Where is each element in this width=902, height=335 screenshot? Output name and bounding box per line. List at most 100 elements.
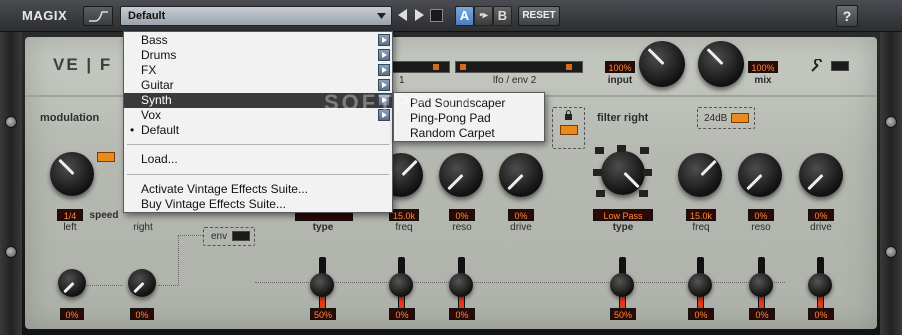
menu-item-label: Load... — [141, 152, 178, 166]
lock-icon — [565, 110, 572, 120]
filter-right-reso-fader[interactable] — [749, 273, 773, 297]
menu-item-buy-suite[interactable]: Buy Vintage Effects Suite... — [124, 197, 392, 212]
screw-icon — [885, 246, 897, 258]
ab-copy-button[interactable]: •▸ — [474, 6, 493, 26]
menu-item-drums[interactable]: Drums — [124, 48, 392, 63]
slope-toggle[interactable] — [731, 113, 749, 123]
modulation-title: modulation — [40, 112, 100, 124]
submenu-arrow-icon — [378, 49, 390, 61]
previous-preset-icon[interactable] — [397, 9, 409, 21]
menu-item-label: Drums — [141, 48, 177, 62]
rack-rail-left — [0, 32, 22, 335]
menu-item-fx[interactable]: FX — [124, 63, 392, 78]
filter-right-type-readout: Low Pass — [593, 209, 653, 221]
save-icon[interactable] — [430, 9, 443, 22]
ab-a-button[interactable]: A — [455, 6, 474, 26]
filter-right-freq-fader[interactable] — [688, 273, 712, 297]
ab-b-button[interactable]: B — [493, 6, 512, 26]
modulation-right-depth-knob[interactable] — [128, 269, 156, 297]
submenu-arrow-icon — [378, 34, 390, 46]
screw-icon — [5, 246, 17, 258]
filter-right-freq-knob[interactable] — [678, 153, 722, 197]
filter-left-freq-fader[interactable] — [389, 273, 413, 297]
help-button[interactable]: ? — [836, 5, 858, 27]
modulation-sync-toggle[interactable] — [97, 152, 115, 162]
menu-item-default[interactable]: • Default — [124, 123, 392, 138]
curve-icon — [89, 11, 108, 22]
menu-item-activate-suite[interactable]: Activate Vintage Effects Suite... — [124, 182, 392, 197]
wrench-icon[interactable] — [810, 59, 824, 73]
reset-button[interactable]: RESET — [518, 6, 560, 26]
menu-item-label: Bass — [141, 33, 168, 47]
curve-button[interactable] — [83, 6, 113, 26]
lfo-1-bar[interactable] — [390, 61, 450, 73]
menu-item-label: Synth — [141, 93, 172, 107]
menu-item-guitar[interactable]: Guitar — [124, 78, 392, 93]
preset-dropdown[interactable]: Default — [120, 6, 392, 26]
mix-knob[interactable] — [698, 41, 744, 87]
modulation-left-knob[interactable] — [50, 152, 94, 196]
filter-right-drive-fader-readout: 0% — [808, 308, 834, 320]
filter-left-reso-fader[interactable] — [449, 273, 473, 297]
speed-label: speed — [89, 210, 119, 221]
plugin-logo: VE | F — [53, 55, 113, 74]
filter-right-reso-readout: 0% — [748, 209, 774, 221]
mix-readout: 100% — [748, 61, 778, 73]
filter-right-freq-readout: 15.0k — [686, 209, 716, 221]
modulation-left-readout: 1/4 — [57, 209, 83, 221]
filter-right-drive-label: drive — [810, 222, 832, 233]
lfo-env-2-bar[interactable] — [455, 61, 583, 73]
filter-right-type-fader[interactable] — [610, 273, 634, 297]
filter-left-drive-knob[interactable] — [499, 153, 543, 197]
modulation-left-depth-knob[interactable] — [58, 269, 86, 297]
filter-right-reso-label: reso — [751, 222, 771, 233]
filter-link-toggle[interactable] — [560, 125, 578, 135]
filter-left-reso-readout: 0% — [449, 209, 475, 221]
chevron-down-icon — [377, 13, 386, 19]
filter-left-drive-label: drive — [510, 222, 532, 233]
synth-submenu: Pad Soundscaper Ping-Pong Pad Random Car… — [393, 92, 545, 142]
menu-separator — [127, 174, 389, 175]
menu-item-label: Vox — [141, 108, 162, 122]
screw-icon — [5, 116, 17, 128]
filter-left-type-fader-readout: 50% — [310, 308, 336, 320]
filter-right-reso-knob[interactable] — [738, 153, 782, 197]
menu-item-vox[interactable]: Vox — [124, 108, 392, 123]
filter-right-reso-fader-readout: 0% — [749, 308, 775, 320]
brand-logo: MAGIX — [22, 8, 68, 23]
filter-right-drive-fader[interactable] — [808, 273, 832, 297]
submenu-item-ping-pong-pad[interactable]: Ping-Pong Pad — [410, 111, 491, 125]
filter-left-reso-fader-readout: 0% — [449, 308, 475, 320]
submenu-item-pad-soundscaper[interactable]: Pad Soundscaper — [410, 96, 505, 110]
modulation-right-depth-readout: 0% — [130, 308, 154, 320]
filter-left-freq-fader-readout: 0% — [389, 308, 415, 320]
filter-left-freq-label: freq — [395, 222, 413, 233]
submenu-arrow-icon — [378, 64, 390, 76]
input-readout: 100% — [605, 61, 635, 73]
preset-menu: Bass Drums FX Guitar Synth Vox • Default… — [123, 31, 393, 213]
filter-right-type-label: type — [612, 222, 634, 233]
screw-icon — [885, 116, 897, 128]
env-label: env — [211, 231, 228, 242]
next-preset-icon[interactable] — [413, 9, 425, 21]
filter-left-type-fader[interactable] — [310, 273, 334, 297]
menu-item-load[interactable]: Load... — [124, 152, 392, 167]
submenu-arrow-icon — [378, 109, 390, 121]
env-toggle[interactable] — [232, 231, 250, 241]
menu-item-label: Buy Vintage Effects Suite... — [141, 197, 286, 211]
menu-item-label: FX — [141, 63, 157, 77]
filter-left-type-label: type — [312, 222, 334, 233]
filter-left-reso-label: reso — [452, 222, 472, 233]
filter-right-freq-fader-readout: 0% — [688, 308, 714, 320]
submenu-item-random-carpet[interactable]: Random Carpet — [410, 126, 495, 140]
filter-right-drive-knob[interactable] — [799, 153, 843, 197]
input-knob[interactable] — [639, 41, 685, 87]
menu-item-bass[interactable]: Bass — [124, 33, 392, 48]
settings-toggle[interactable] — [831, 61, 849, 71]
menu-item-synth[interactable]: Synth — [124, 93, 392, 108]
filter-right-drive-readout: 0% — [808, 209, 834, 221]
filter-left-reso-knob[interactable] — [439, 153, 483, 197]
menu-separator — [127, 144, 389, 145]
filter-right-title: filter right — [597, 112, 649, 124]
modulation-right-label: right — [133, 222, 153, 233]
